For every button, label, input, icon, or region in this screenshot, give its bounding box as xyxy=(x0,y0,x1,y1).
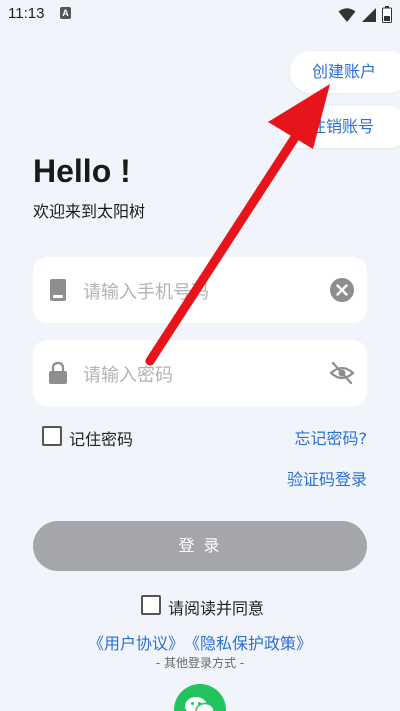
terms-links: 《用户协议》 《隐私保护政策》 xyxy=(88,630,320,654)
create-account-button[interactable]: 创建账户 xyxy=(290,51,400,93)
forgot-password-link[interactable]: 忘记密码? xyxy=(295,425,368,449)
agreement-checkbox[interactable] xyxy=(141,595,161,615)
privacy-policy-link[interactable]: 《隐私保护政策》 xyxy=(192,634,312,653)
battery-icon xyxy=(382,6,392,23)
login-button[interactable]: 登 录 xyxy=(33,521,367,571)
status-icons xyxy=(338,4,392,24)
signal-icon xyxy=(361,7,376,22)
remember-password-checkbox[interactable] xyxy=(42,426,62,446)
sms-login-link[interactable]: 验证码登录 xyxy=(287,466,367,490)
status-bar: 11:13 A xyxy=(0,0,400,28)
other-login-label: - 其他登录方式 - xyxy=(155,656,245,670)
page-title: Hello ! xyxy=(33,153,131,189)
remember-password-label: 记住密码 xyxy=(69,430,134,449)
wifi-icon xyxy=(338,7,356,22)
clear-icon[interactable] xyxy=(329,277,355,303)
login-screen: 11:13 A 创建账户 注销账号 Hello ! 欢迎来到太阳树 请输入手机号… xyxy=(0,0,400,711)
hide-password-icon[interactable] xyxy=(329,360,355,386)
password-input[interactable]: 请输入密码 xyxy=(33,340,367,406)
lock-icon xyxy=(49,361,67,384)
phone-placeholder: 请输入手机号码 xyxy=(83,282,209,303)
welcome-subtitle: 欢迎来到太阳树 xyxy=(33,202,146,221)
user-agreement-link[interactable]: 《用户协议》 xyxy=(88,634,184,653)
phone-input[interactable]: 请输入手机号码 xyxy=(33,257,367,323)
password-placeholder: 请输入密码 xyxy=(83,365,173,386)
status-time: 11:13 xyxy=(8,5,45,22)
agreement-label: 请阅读并同意 xyxy=(168,599,265,618)
cancel-account-button[interactable]: 注销账号 xyxy=(278,106,400,148)
wechat-icon xyxy=(185,697,215,711)
phone-icon xyxy=(50,279,66,301)
wechat-login-button[interactable] xyxy=(174,684,226,711)
notification-badge: A xyxy=(60,7,71,19)
